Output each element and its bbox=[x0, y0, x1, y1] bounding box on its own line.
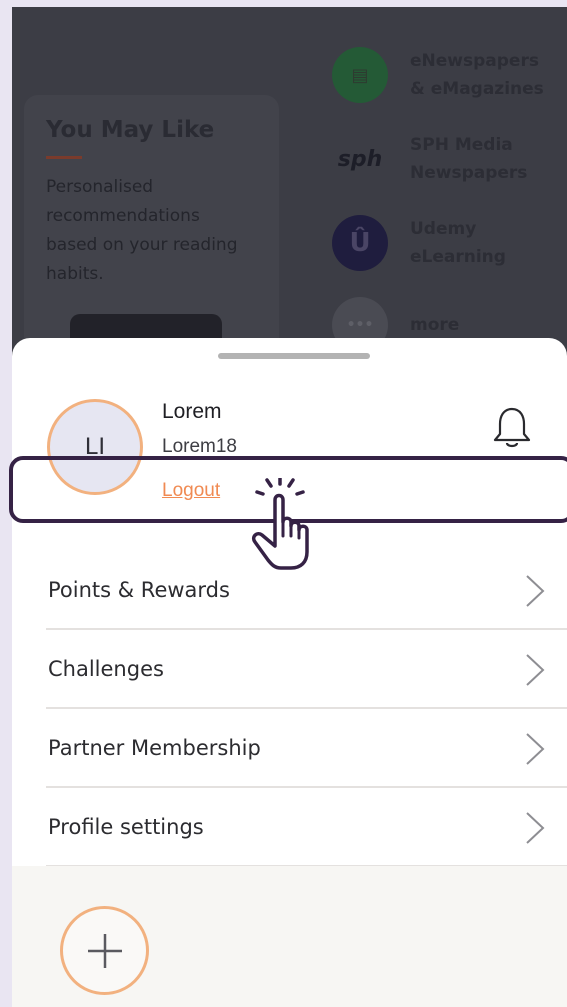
chevron-right-icon bbox=[526, 812, 545, 844]
profile-menu: Points & Rewards Challenges Partner Memb… bbox=[46, 551, 567, 867]
profile-name: Lorem bbox=[162, 400, 222, 423]
menu-item-partner-membership[interactable]: Partner Membership bbox=[46, 709, 567, 788]
profile-username: Lorem18 bbox=[162, 436, 237, 457]
you-may-like-title: You May Like bbox=[46, 117, 215, 143]
menu-item-label: Profile settings bbox=[48, 814, 204, 839]
menu-item-label: Challenges bbox=[48, 656, 164, 681]
tap-hand-icon bbox=[251, 478, 309, 570]
news-icon: ▤ bbox=[332, 47, 388, 103]
menu-item-challenges[interactable]: Challenges bbox=[46, 630, 567, 709]
menu-item-label: Points & Rewards bbox=[48, 577, 230, 602]
chevron-right-icon bbox=[526, 733, 545, 765]
partner-udemy: Û Udemy eLearning bbox=[332, 215, 506, 271]
sheet-footer bbox=[12, 866, 567, 1007]
menu-item-profile-settings[interactable]: Profile settings bbox=[46, 788, 567, 867]
partner-enewspapers: ▤ eNewspapers & eMagazines bbox=[332, 47, 544, 103]
you-may-like-description: Personalised recommendations based on yo… bbox=[46, 177, 238, 284]
partner-label: eNewspapers & eMagazines bbox=[410, 51, 544, 99]
chevron-right-icon bbox=[526, 575, 545, 607]
udemy-logo-icon: Û bbox=[332, 215, 388, 271]
partner-label: SPH Media Newspapers bbox=[410, 135, 528, 183]
bell-icon[interactable] bbox=[492, 405, 532, 451]
partner-sph: sph SPH Media Newspapers bbox=[332, 131, 528, 187]
sph-logo-icon: sph bbox=[337, 146, 383, 172]
chevron-right-icon bbox=[526, 654, 545, 686]
partner-label: Udemy eLearning bbox=[410, 219, 506, 267]
plus-icon bbox=[87, 933, 122, 968]
profile-bottom-sheet: LI Lorem Lorem18 Logout Points & Rewards… bbox=[12, 338, 567, 1007]
menu-item-label: Partner Membership bbox=[48, 735, 261, 760]
add-button[interactable] bbox=[60, 906, 149, 995]
partner-label: more bbox=[410, 315, 460, 335]
drag-handle[interactable] bbox=[218, 353, 370, 359]
title-divider bbox=[46, 156, 82, 159]
